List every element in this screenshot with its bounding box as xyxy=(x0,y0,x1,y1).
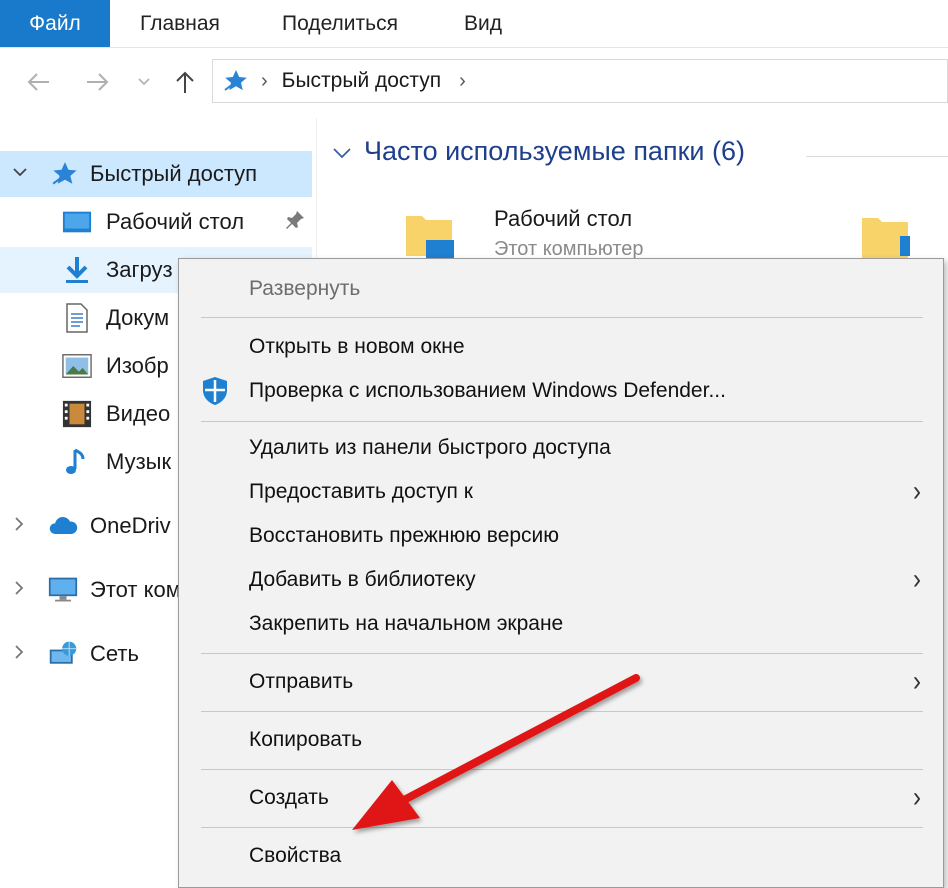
menu-item-label: Закрепить на начальном экране xyxy=(249,612,564,635)
menu-item-defender-scan[interactable]: Проверка с использованием Windows Defend… xyxy=(179,370,943,412)
menu-item-label: Предоставить доступ к xyxy=(249,480,473,503)
back-button[interactable] xyxy=(22,62,56,102)
submenu-arrow-icon: › xyxy=(913,563,921,596)
forward-button[interactable] xyxy=(80,62,114,102)
tab-home[interactable]: Главная xyxy=(140,0,220,47)
group-title: Часто используемые папки (6) xyxy=(364,136,745,166)
menu-separator xyxy=(201,421,923,422)
chevron-right-icon[interactable] xyxy=(14,644,24,665)
computer-icon xyxy=(48,575,78,605)
folder-tile-desktop[interactable] xyxy=(404,210,454,263)
submenu-arrow-icon: › xyxy=(913,475,921,508)
menu-item-new[interactable]: Создать › xyxy=(179,777,943,819)
menu-item-give-access[interactable]: Предоставить доступ к › xyxy=(179,471,943,513)
menu-item-label: Удалить из панели быстрого доступа xyxy=(249,436,611,459)
menu-item-send-to[interactable]: Отправить › xyxy=(179,661,943,703)
address-bar[interactable]: › Быстрый доступ › xyxy=(212,59,948,103)
sidebar-item-label: Загруз xyxy=(106,257,173,282)
sidebar-item-label: Сеть xyxy=(90,641,139,666)
menu-separator xyxy=(201,711,923,712)
sidebar-item-quick-access[interactable]: Быстрый доступ xyxy=(0,151,312,197)
context-menu: Развернуть Открыть в новом окне Проверка… xyxy=(178,258,944,888)
menu-item-copy[interactable]: Копировать xyxy=(179,719,943,761)
submenu-arrow-icon: › xyxy=(913,781,921,814)
menu-item-restore-version[interactable]: Восстановить прежнюю версию xyxy=(179,515,943,557)
chevron-right-icon[interactable] xyxy=(14,580,24,601)
arrow-up-icon xyxy=(176,71,194,93)
desktop-icon xyxy=(62,207,92,237)
sidebar-item-desktop[interactable]: Рабочий стол xyxy=(0,199,312,245)
menu-item-label: Восстановить прежнюю версию xyxy=(249,524,560,547)
menu-item-expand[interactable]: Развернуть xyxy=(179,268,943,310)
chevron-right-icon[interactable] xyxy=(14,516,24,537)
sidebar-item-label: Видео xyxy=(106,401,171,426)
tab-file[interactable]: Файл xyxy=(0,0,110,47)
video-icon xyxy=(62,399,92,429)
sidebar-item-label: Музык xyxy=(106,449,172,474)
menu-item-remove-quick-access[interactable]: Удалить из панели быстрого доступа xyxy=(179,427,943,469)
menu-item-label: Открыть в новом окне xyxy=(249,335,465,358)
menu-item-pin-start[interactable]: Закрепить на начальном экране xyxy=(179,603,943,645)
folder-tile-title: Рабочий стол xyxy=(494,206,633,231)
cloud-icon xyxy=(48,511,78,541)
sidebar-item-label: Быстрый доступ xyxy=(90,161,258,186)
menu-separator xyxy=(201,827,923,828)
chevron-down-icon xyxy=(138,78,150,86)
menu-item-label: Свойства xyxy=(249,844,342,867)
breadcrumb-separator: › xyxy=(261,69,268,92)
arrow-left-icon xyxy=(27,73,49,91)
recent-locations-button[interactable] xyxy=(132,62,156,102)
menu-item-label: Создать xyxy=(249,786,329,809)
menu-item-label: Развернуть xyxy=(249,277,361,300)
network-icon xyxy=(48,639,78,669)
up-button[interactable] xyxy=(170,62,200,102)
menu-separator xyxy=(201,769,923,770)
menu-item-open-new-window[interactable]: Открыть в новом окне xyxy=(179,326,943,368)
download-icon xyxy=(62,255,92,285)
menu-item-add-to-library[interactable]: Добавить в библиотеку › xyxy=(179,559,943,601)
star-icon xyxy=(50,159,80,189)
menu-item-label: Проверка с использованием Windows Defend… xyxy=(249,379,726,402)
sidebar-item-label: Этот ком xyxy=(90,577,181,602)
chevron-expanded-icon xyxy=(12,165,28,183)
breadcrumb-location[interactable]: Быстрый доступ xyxy=(282,69,442,93)
tab-view[interactable]: Вид xyxy=(464,0,502,47)
menu-item-label: Отправить xyxy=(249,670,354,693)
menu-separator xyxy=(201,317,923,318)
arrow-right-icon xyxy=(87,73,109,91)
breadcrumb-chevron[interactable]: › xyxy=(459,70,466,93)
folder-icon xyxy=(862,218,910,258)
menu-item-label: Копировать xyxy=(249,728,363,751)
image-icon xyxy=(62,351,92,381)
sidebar-item-label: Рабочий стол xyxy=(106,209,245,234)
menu-item-properties[interactable]: Свойства xyxy=(179,835,943,877)
folder-icon xyxy=(406,216,454,258)
group-divider xyxy=(806,156,948,157)
star-icon xyxy=(223,68,249,94)
sidebar-item-label: Докум xyxy=(106,305,170,330)
chevron-down-icon xyxy=(332,139,352,165)
menu-separator xyxy=(201,653,923,654)
submenu-arrow-icon: › xyxy=(913,665,921,698)
ribbon-tabs: Файл Главная Поделиться Вид xyxy=(0,0,948,48)
sidebar-item-label: Изобр xyxy=(106,353,169,378)
document-icon xyxy=(62,303,92,333)
music-icon xyxy=(62,447,92,477)
group-header-frequent-folders[interactable]: Часто используемые папки (6) xyxy=(332,136,745,167)
shield-icon xyxy=(199,375,231,413)
sidebar-item-label: OneDriv xyxy=(90,513,171,538)
menu-item-label: Добавить в библиотеку xyxy=(249,568,476,591)
tab-share[interactable]: Поделиться xyxy=(282,0,398,47)
pin-icon[interactable] xyxy=(284,209,306,237)
